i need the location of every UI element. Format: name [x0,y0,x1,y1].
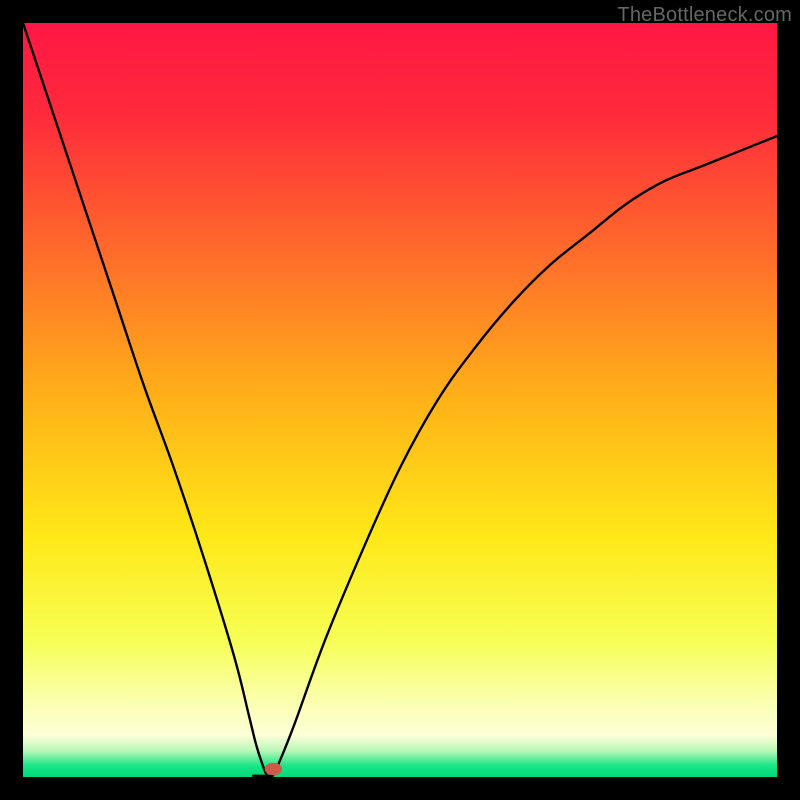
watermark-text: TheBottleneck.com [617,4,792,27]
optimal-marker [265,763,282,775]
chart-frame: TheBottleneck.com [0,0,800,800]
bottleneck-curve [23,23,777,777]
plot-area [23,23,777,777]
curve-layer [23,23,777,777]
